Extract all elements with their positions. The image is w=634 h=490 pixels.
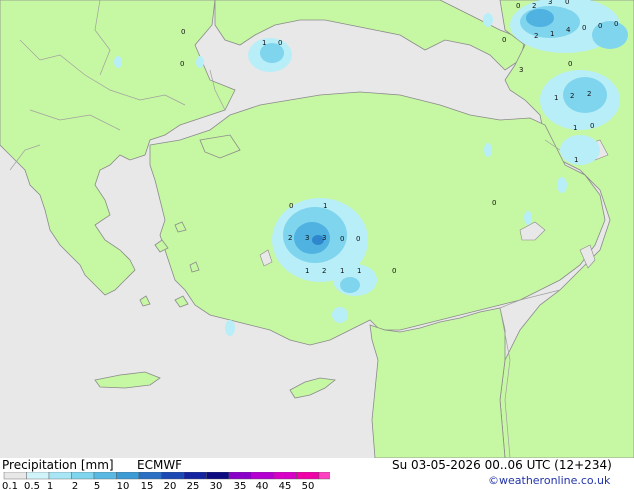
station-value: 0 [582,24,586,32]
scale-tick-label: 25 [187,481,200,490]
scale-tick-label: 15 [141,481,154,490]
station-value: 3 [305,234,309,242]
station-value: 1 [262,39,266,47]
station-value: 1 [550,30,554,38]
precipitation-color-scale: 0.1 0.5 1 2 5 10 15 20 25 30 35 40 45 50 [2,472,330,490]
scale-swatch [116,472,140,480]
station-value: 1 [305,267,309,275]
station-value: 0 [598,22,602,30]
scale-tick-label: 10 [117,481,130,490]
station-value: 0 [278,39,282,47]
station-value: 3 [519,66,523,74]
scale-swatch [93,472,117,480]
scale-swatch [71,472,95,480]
station-value: 0 [502,36,506,44]
station-value: 3 [548,0,552,6]
scale-tick-label: 45 [279,481,292,490]
scale-tick-label: 1 [47,481,53,490]
scale-tick-label: 0.1 [2,481,18,490]
station-value: 0 [392,267,396,275]
scale-tick-label: 5 [94,481,100,490]
scale-swatch [273,472,297,480]
scale-tick-label: 35 [234,481,247,490]
station-value: 0 [590,122,594,130]
station-value: 1 [573,124,577,132]
scale-swatch [228,472,252,480]
valid-time: Su 03-05-2026 00..06 UTC (12+234) [392,458,612,472]
scale-swatch [318,472,330,480]
station-value: 2 [288,234,292,242]
station-value: 2 [322,267,326,275]
scale-swatch [3,472,27,480]
scale-swatch [26,472,50,480]
station-value: 2 [587,90,591,98]
station-value: 0 [568,60,572,68]
scale-swatch [138,472,162,480]
station-value: 2 [532,2,536,10]
station-value: 4 [566,26,571,34]
scale-tick-label: 2 [72,481,78,490]
scale-tick-label: 50 [302,481,315,490]
station-value: 2 [570,92,574,100]
scale-swatch [206,472,230,480]
station-value: 1 [357,267,361,275]
station-value: 0 [614,20,618,28]
scale-tick-label: 0.5 [24,481,40,490]
scale-tick-label: 40 [256,481,269,490]
scale-swatch [48,472,72,480]
station-value: 0 [356,235,360,243]
model-label: ECMWF [137,458,183,472]
station-value: 1 [574,156,578,164]
station-value: 0 [492,199,496,207]
station-value: 1 [340,267,344,275]
scale-swatch [296,472,320,480]
scale-swatch [183,472,207,480]
scale-ticks: 0.1 0.5 1 2 5 10 15 20 25 30 35 40 45 50 [2,481,314,490]
scale-tick-label: 20 [164,481,177,490]
station-value: 0 [516,2,520,10]
station-value: 1 [554,94,558,102]
station-value: 1 [323,202,327,210]
station-value: 3 [322,234,326,242]
product-label: Precipitation [mm] [2,458,114,472]
scale-tick-label: 30 [210,481,223,490]
station-value: 0 [289,202,293,210]
station-value: 0 [340,235,344,243]
precipitation-map: 0 1 0 0 0 2 3 0 0 2 1 4 0 0 0 3 0 1 2 2 … [0,0,634,458]
scale-swatch [251,472,275,480]
station-value: 0 [180,60,184,68]
station-value: 0 [181,28,185,36]
station-value: 0 [565,0,569,6]
station-value: 2 [534,32,538,40]
credit-link[interactable]: ©weatheronline.co.uk [488,474,610,487]
scale-swatches [3,472,330,480]
scale-swatch [161,472,185,480]
